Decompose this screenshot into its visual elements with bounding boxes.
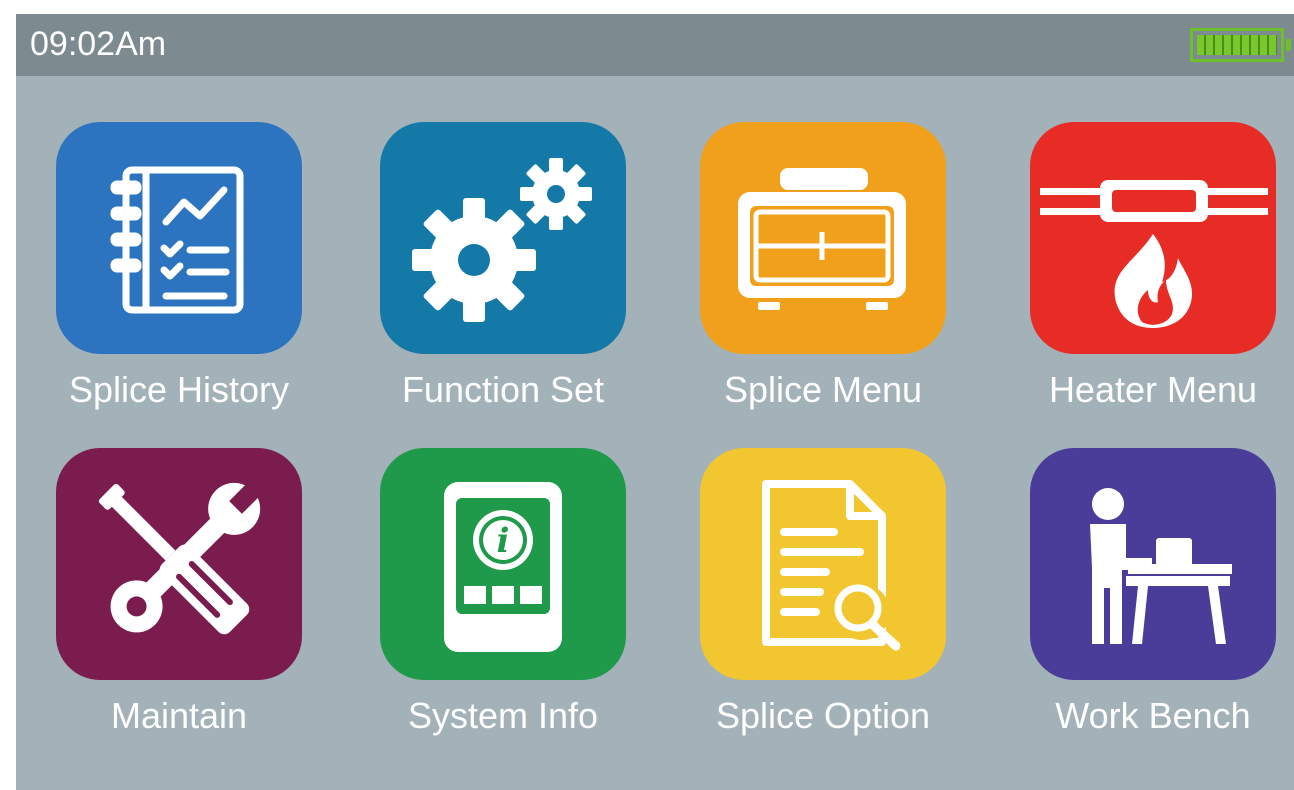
splice-history-box — [56, 122, 302, 354]
tile-splice-option[interactable]: Splice Option — [700, 448, 946, 736]
tile-maintain[interactable]: Maintain — [56, 448, 302, 736]
status-bar: 09:02Am — [16, 14, 1294, 76]
tile-system-info[interactable]: i System Info — [380, 448, 626, 736]
tile-function-set[interactable]: Function Set — [380, 122, 626, 410]
heater-flame-icon — [1040, 180, 1268, 328]
splice-option-box — [700, 448, 946, 680]
system-info-box: i — [380, 448, 626, 680]
maintain-box — [56, 448, 302, 680]
tile-splice-history[interactable]: Splice History — [56, 122, 302, 410]
device-info-icon: i — [444, 482, 562, 652]
heater-menu-box — [1030, 122, 1276, 354]
splice-menu-box — [700, 122, 946, 354]
tile-work-bench[interactable]: Work Bench — [1030, 448, 1276, 736]
document-search-icon — [762, 480, 901, 651]
splicer-machine-icon — [738, 168, 906, 310]
tile-label: Splice History — [68, 369, 290, 410]
wrench-screwdriver-icon — [98, 482, 261, 635]
function-set-box — [380, 122, 626, 354]
workbench-person-icon — [1090, 488, 1232, 644]
work-bench-box — [1030, 448, 1276, 680]
battery-level — [1197, 35, 1277, 55]
clock: 09:02Am — [30, 25, 167, 63]
notebook-chart-icon — [110, 166, 244, 314]
main-screen: 09:02Am Splice History Function Set Spli… — [16, 14, 1294, 790]
tile-label: System Info — [407, 695, 599, 736]
tile-label: Splice Menu — [723, 369, 923, 410]
tile-heater-menu[interactable]: Heater Menu — [1030, 122, 1276, 410]
tile-label: Heater Menu — [1048, 369, 1258, 410]
gears-icon — [412, 158, 592, 322]
tile-label: Splice Option — [715, 695, 931, 736]
battery-icon — [1190, 28, 1291, 62]
tile-label: Function Set — [401, 369, 605, 410]
svg-text:i: i — [497, 521, 510, 561]
battery-tip — [1286, 39, 1291, 51]
tile-label: Work Bench — [1055, 695, 1251, 736]
tile-label: Maintain — [110, 695, 248, 736]
tile-splice-menu[interactable]: Splice Menu — [700, 122, 946, 410]
